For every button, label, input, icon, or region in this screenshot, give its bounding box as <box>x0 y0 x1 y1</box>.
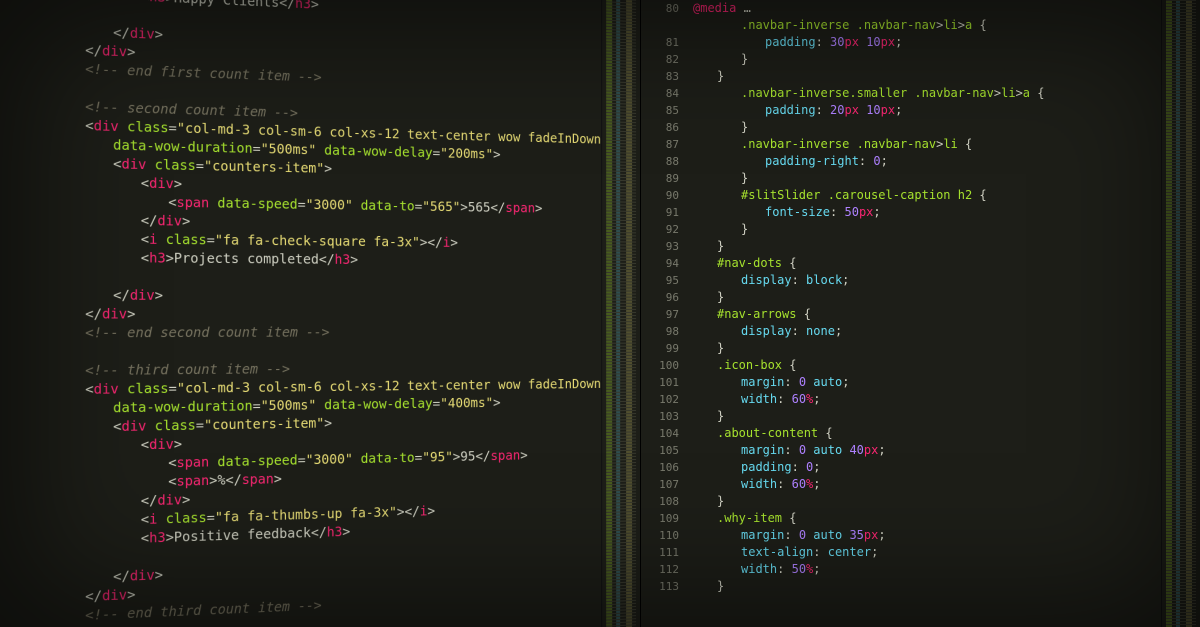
minimap-left[interactable] <box>601 0 640 627</box>
editor-pane-left[interactable]: 2526272829303132333435363738394041424344… <box>0 0 641 627</box>
line-gutter-right: 8081828384858687888990919293949596979899… <box>641 0 687 627</box>
editor-pane-right[interactable]: 8081828384858687888990919293949596979899… <box>641 0 1200 627</box>
code-area-right[interactable]: @media ….navbar-inverse .navbar-nav>li>a… <box>687 0 1161 627</box>
minimap-right[interactable] <box>1161 0 1200 627</box>
code-area-left[interactable]: <i class="<h3>Happy Clients</h3></div></… <box>0 0 601 627</box>
split-editor: 2526272829303132333435363738394041424344… <box>0 0 1200 627</box>
